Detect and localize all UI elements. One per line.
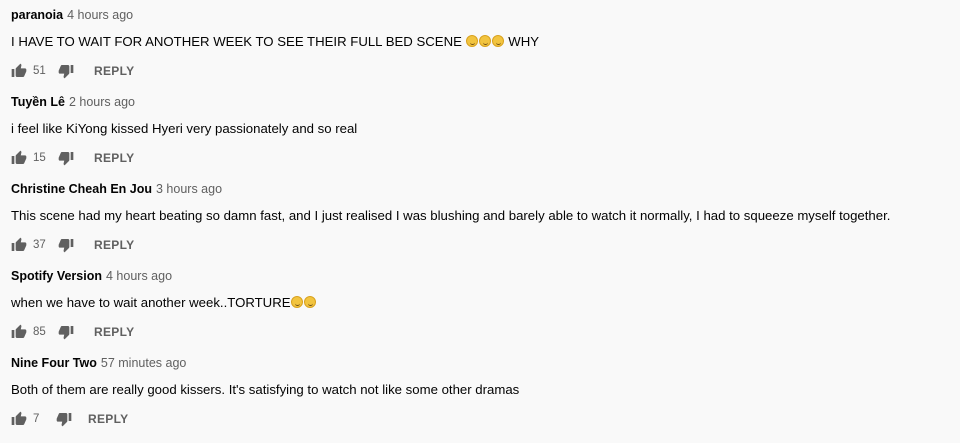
comment-actions: 37 REPLY [11,237,950,253]
comment-text-body: I HAVE TO WAIT FOR ANOTHER WEEK TO SEE T… [11,34,462,49]
emoji-group [465,34,505,49]
comment-header: Nine Four Two 57 minutes ago [11,355,950,371]
thumbs-up-icon[interactable] [11,150,27,166]
thumbs-up-icon[interactable] [11,324,27,340]
thumbs-down-icon[interactable] [58,150,74,166]
comment-timestamp[interactable]: 4 hours ago [67,8,133,22]
crying-emoji-icon [290,296,303,308]
thumbs-down-icon[interactable] [58,237,74,253]
comment-item: paranoia 4 hours ago I HAVE TO WAIT FOR A… [11,7,950,79]
thumbs-up-icon[interactable] [11,237,27,253]
comments-section: paranoia 4 hours ago I HAVE TO WAIT FOR A… [0,0,960,443]
thumbs-down-icon[interactable] [56,411,72,427]
reply-button[interactable]: REPLY [94,238,134,252]
comment-text: Both of them are really good kissers. It… [11,381,950,399]
comment-author[interactable]: Christine Cheah En Jou [11,182,152,196]
comment-author[interactable]: Nine Four Two [11,356,97,370]
comment-timestamp[interactable]: 57 minutes ago [101,356,186,370]
comment-text-body: This scene had my heart beating so damn … [11,208,891,223]
comment-text: I HAVE TO WAIT FOR ANOTHER WEEK TO SEE T… [11,33,950,51]
like-count: 51 [33,65,46,77]
comment-author[interactable]: Tuyền Lê [11,95,65,109]
comment-header: paranoia 4 hours ago [11,7,950,23]
comment-timestamp[interactable]: 3 hours ago [156,182,222,196]
comment-text: i feel like KiYong kissed Hyeri very pas… [11,120,950,138]
like-count: 7 [33,413,40,425]
comment-text-body: i feel like KiYong kissed Hyeri very pas… [11,121,358,136]
reply-button[interactable]: REPLY [94,325,134,339]
comment-timestamp[interactable]: 2 hours ago [69,95,135,109]
comment-timestamp[interactable]: 4 hours ago [106,269,172,283]
comment-author[interactable]: Spotify Version [11,269,102,283]
weary-face-emoji-icon [303,296,316,308]
comment-item: Tuyền Lê 2 hours ago i feel like KiYong k… [11,94,950,166]
comment-author[interactable]: paranoia [11,8,63,22]
comment-header: Spotify Version 4 hours ago [11,268,950,284]
thumbs-down-icon[interactable] [58,324,74,340]
like-count: 85 [33,326,46,338]
crying-laughing-emoji-icon [465,35,478,47]
comment-text-body: when we have to wait another week..TORTU… [11,295,291,310]
reply-button[interactable]: REPLY [88,412,128,426]
crying-laughing-emoji-icon [491,35,504,47]
thumbs-up-icon[interactable] [11,411,27,427]
thumbs-up-icon[interactable] [11,63,27,79]
reply-button[interactable]: REPLY [94,64,134,78]
emoji-group [290,295,317,310]
reply-button[interactable]: REPLY [94,151,134,165]
comment-item: Nine Four Two 57 minutes ago Both of them… [11,355,950,427]
like-count: 37 [33,239,46,251]
comment-text: This scene had my heart beating so damn … [11,207,950,225]
comment-text-body: Both of them are really good kissers. It… [11,382,520,397]
comment-text-suffix: WHY [508,34,540,49]
comment-text: when we have to wait another week..TORTU… [11,294,950,312]
comment-actions: 7 REPLY [11,411,950,427]
like-count: 15 [33,152,46,164]
comment-item: Spotify Version 4 hours ago when we have … [11,268,950,340]
comment-actions: 51 REPLY [11,63,950,79]
comment-actions: 85 REPLY [11,324,950,340]
crying-laughing-emoji-icon [478,35,491,47]
comment-header: Tuyền Lê 2 hours ago [11,94,950,110]
comment-actions: 15 REPLY [11,150,950,166]
comment-header: Christine Cheah En Jou 3 hours ago [11,181,950,197]
thumbs-down-icon[interactable] [58,63,74,79]
comment-item: Christine Cheah En Jou 3 hours ago This s… [11,181,950,253]
